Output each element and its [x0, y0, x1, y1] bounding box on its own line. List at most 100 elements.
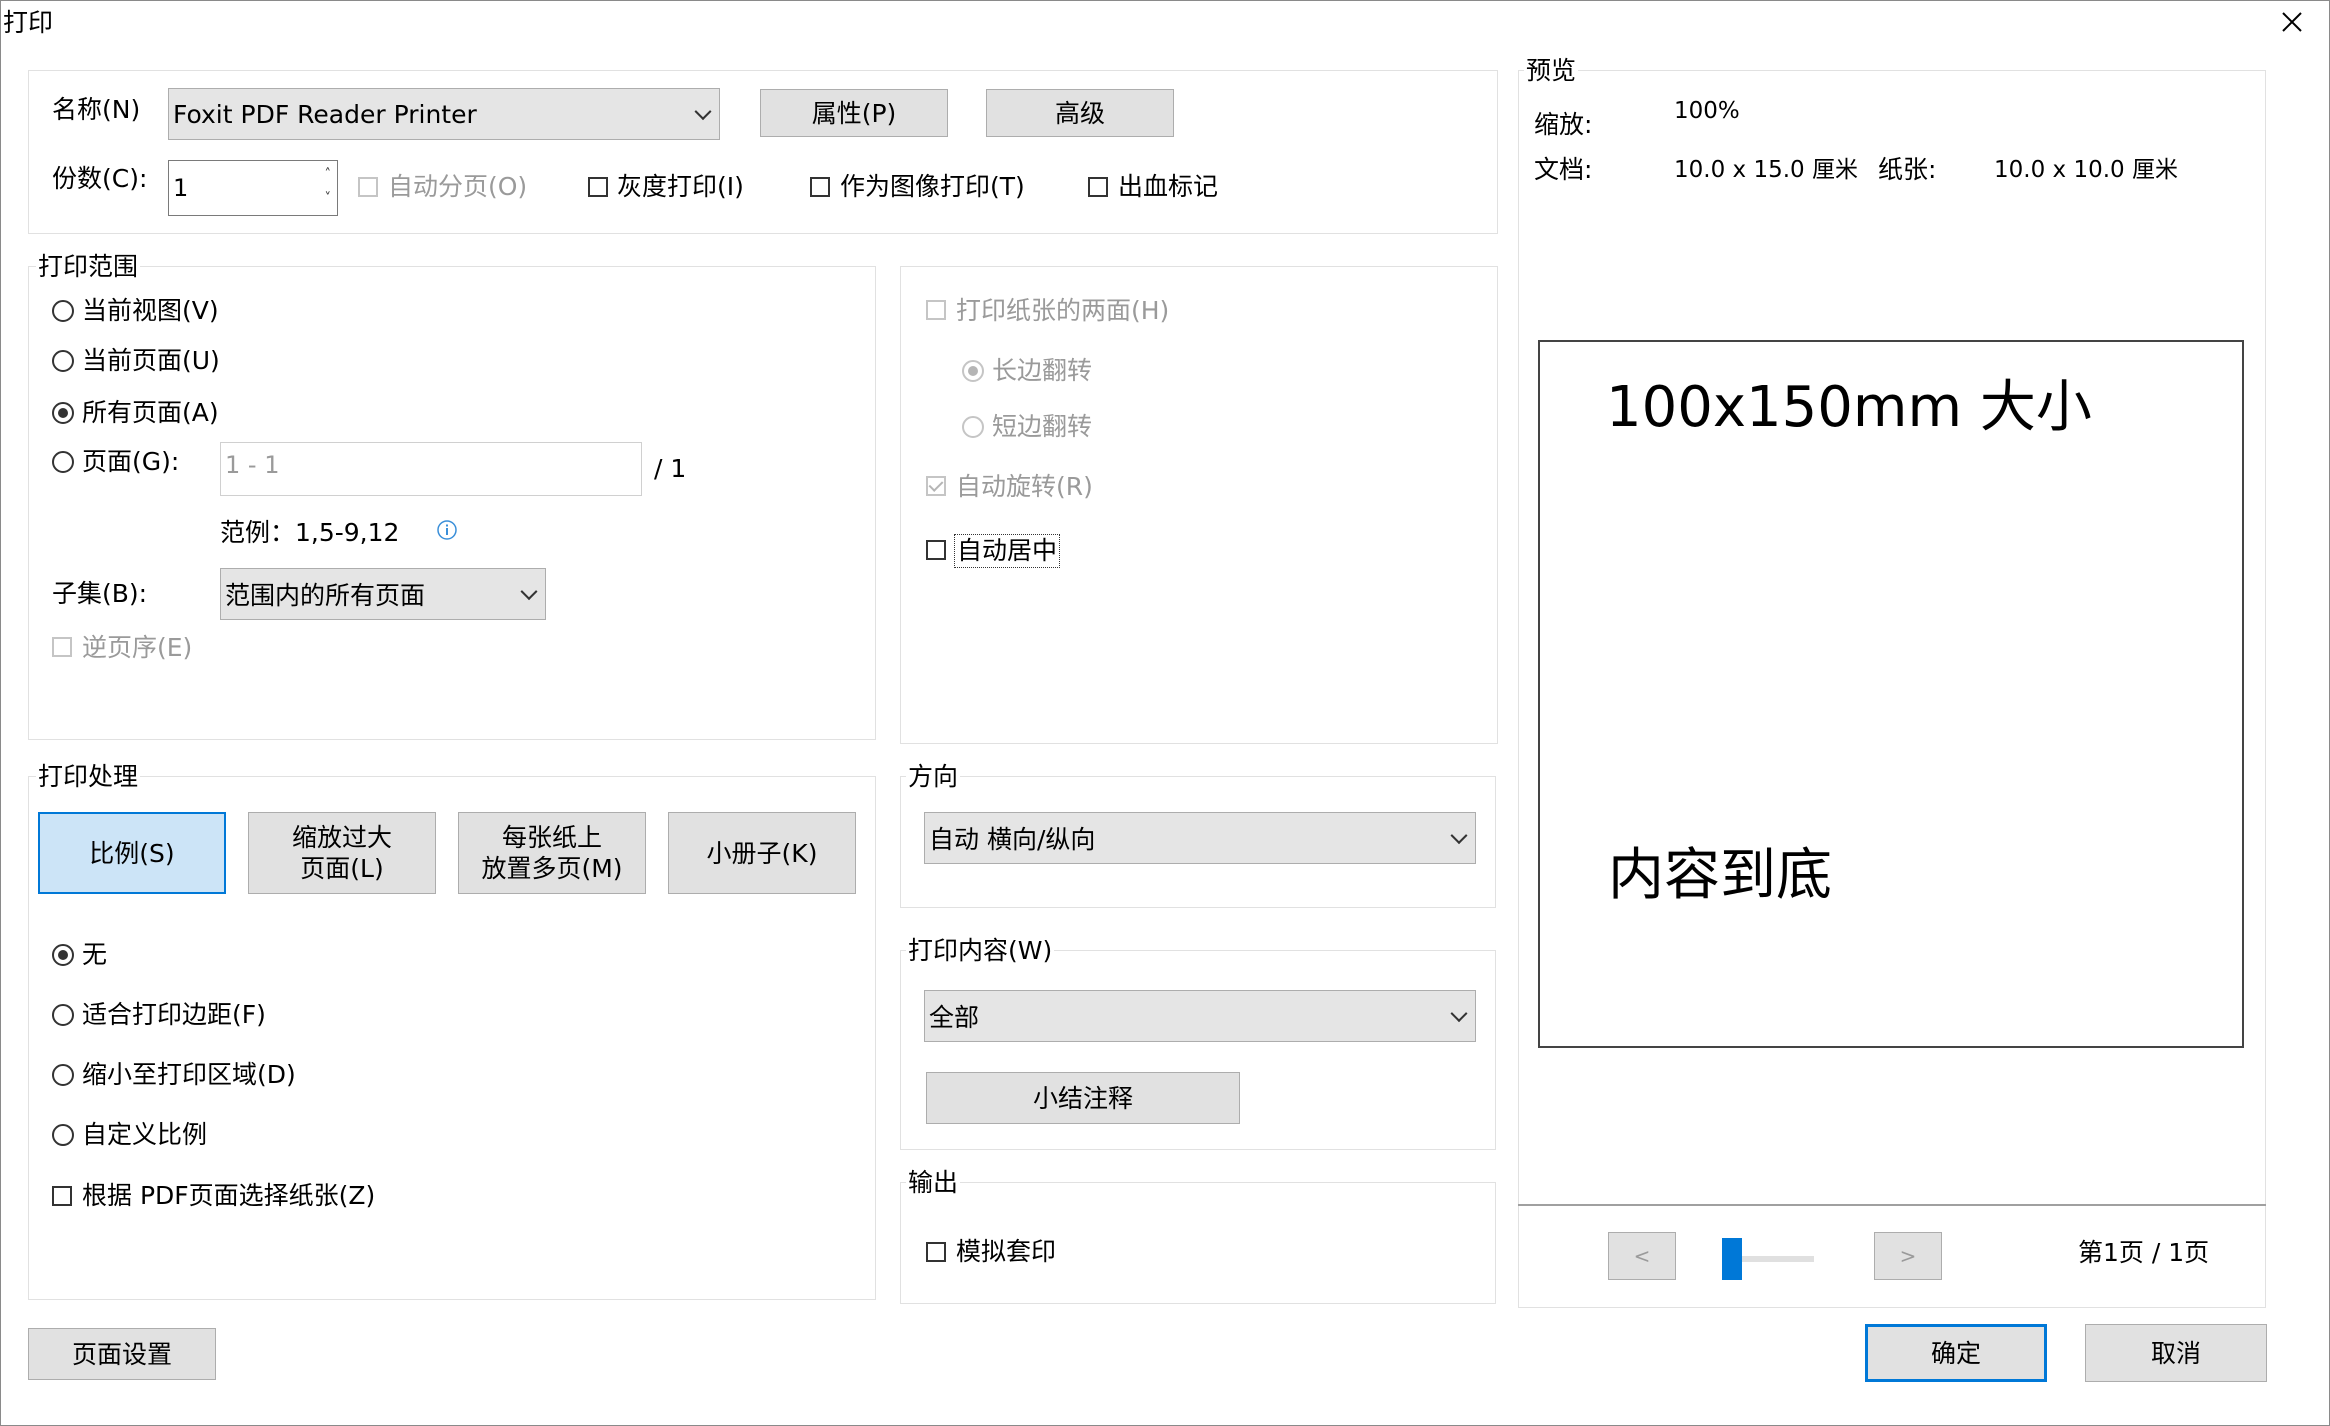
ok-button[interactable]: 确定	[1865, 1324, 2047, 1382]
choose-paper-label: 根据 PDF页面选择纸张(Z)	[82, 1181, 376, 1210]
current-view-radio[interactable]	[52, 300, 74, 322]
print-content-value: 全部	[929, 1003, 980, 1032]
pages-example: 范例：1,5-9,12	[220, 518, 400, 547]
collate-label: 自动分页(O)	[388, 172, 528, 201]
printer-name-label: 名称(N)	[52, 95, 141, 124]
fit-margins-label: 适合打印边距(F)	[82, 1000, 266, 1029]
subset-label: 子集(B):	[52, 579, 148, 608]
grayscale-checkbox[interactable]	[588, 177, 608, 197]
multiple-pages-button[interactable]: 每张纸上 放置多页(M)	[458, 812, 646, 894]
close-icon[interactable]	[2282, 12, 2302, 32]
print-as-image-label: 作为图像打印(T)	[840, 172, 1025, 201]
printer-name-value: Foxit PDF Reader Printer	[173, 99, 477, 129]
copies-label: 份数(C):	[52, 164, 148, 193]
current-page-radio[interactable]	[52, 350, 74, 372]
shrink-label: 缩小至打印区域(D)	[82, 1060, 296, 1089]
chevron-down-icon	[1450, 1005, 1468, 1023]
reverse-order-label: 逆页序(E)	[82, 633, 193, 662]
copies-value: 1	[173, 174, 189, 202]
orientation-title: 方向	[906, 762, 961, 792]
bleed-marks-checkbox[interactable]	[1088, 177, 1108, 197]
page-setup-button[interactable]: 页面设置	[28, 1328, 216, 1380]
current-view-label: 当前视图(V)	[82, 296, 219, 325]
chevron-down-icon	[520, 583, 538, 601]
zoom-value: 100%	[1674, 98, 1740, 124]
print-content-title: 打印内容(W)	[906, 936, 1055, 966]
multiple-pages-line2: 放置多页(M)	[481, 854, 623, 883]
zoom-label: 缩放:	[1534, 110, 1593, 139]
preview-title: 预览	[1524, 56, 1579, 86]
print-range-title: 打印范围	[36, 252, 141, 282]
output-title: 输出	[906, 1168, 961, 1198]
pages-radio[interactable]	[52, 451, 74, 473]
info-icon[interactable]	[436, 519, 458, 541]
simulate-overprint-checkbox[interactable]	[926, 1242, 946, 1262]
page-slider-thumb[interactable]	[1722, 1238, 1742, 1280]
both-sides-checkbox[interactable]	[926, 300, 946, 320]
simulate-overprint-label: 模拟套印	[956, 1237, 1057, 1266]
pages-total: / 1	[654, 454, 687, 483]
document-size-label: 文档:	[1534, 155, 1593, 184]
fit-large-pages-line1: 缩放过大	[291, 823, 392, 852]
page-indicator: 第1页 / 1页	[2078, 1238, 2210, 1267]
cancel-button[interactable]: 取消	[2085, 1324, 2267, 1382]
long-edge-radio[interactable]	[962, 360, 984, 382]
print-content-select[interactable]: 全部	[924, 990, 1476, 1042]
printer-name-select[interactable]: Foxit PDF Reader Printer	[168, 88, 720, 140]
document-size-value: 10.0 x 15.0 厘米	[1674, 157, 1858, 183]
collate-checkbox[interactable]	[358, 177, 378, 197]
print-range-section	[28, 266, 876, 740]
grayscale-label: 灰度打印(I)	[617, 172, 744, 201]
spin-down-icon[interactable]: ˅	[325, 187, 332, 211]
orientation-select[interactable]: 自动 横向/纵向	[924, 812, 1476, 864]
print-as-image-checkbox[interactable]	[810, 177, 830, 197]
all-pages-label: 所有页面(A)	[82, 398, 219, 427]
orientation-value: 自动 横向/纵向	[929, 825, 1096, 854]
booklet-button[interactable]: 小册子(K)	[668, 812, 856, 894]
spin-up-icon[interactable]: ˄	[325, 163, 332, 187]
next-page-button[interactable]: >	[1874, 1232, 1942, 1280]
window-title: 打印	[3, 8, 54, 37]
print-handling-title: 打印处理	[36, 762, 141, 792]
short-edge-radio[interactable]	[962, 416, 984, 438]
preview-text-bottom: 内容到底	[1608, 843, 1832, 908]
auto-rotate-checkbox[interactable]	[926, 476, 946, 496]
custom-scale-radio[interactable]	[52, 1124, 74, 1146]
subset-value: 范围内的所有页面	[225, 581, 426, 610]
properties-button[interactable]: 属性(P)	[760, 89, 948, 137]
both-sides-label: 打印纸张的两面(H)	[956, 296, 1170, 325]
pages-label: 页面(G):	[82, 447, 180, 476]
fit-large-pages-line2: 页面(L)	[300, 854, 384, 883]
fit-margins-radio[interactable]	[52, 1004, 74, 1026]
fit-large-pages-button[interactable]: 缩放过大 页面(L)	[248, 812, 436, 894]
pages-input[interactable]: 1 - 1	[220, 442, 642, 496]
all-pages-radio[interactable]	[52, 402, 74, 424]
short-edge-label: 短边翻转	[992, 412, 1093, 441]
copies-input[interactable]: 1 ˄ ˅	[168, 160, 338, 216]
preview-page: 100x150mm 大小 内容到底	[1538, 340, 2244, 1048]
chevron-down-icon	[1450, 827, 1468, 845]
choose-paper-checkbox[interactable]	[52, 1186, 72, 1206]
pages-placeholder: 1 - 1	[225, 451, 280, 479]
shrink-radio[interactable]	[52, 1064, 74, 1086]
advanced-button[interactable]: 高级	[986, 89, 1174, 137]
summarize-comments-button[interactable]: 小结注释	[926, 1072, 1240, 1124]
subset-select[interactable]: 范围内的所有页面	[220, 568, 546, 620]
auto-rotate-label: 自动旋转(R)	[956, 472, 1093, 501]
previous-page-button[interactable]: <	[1608, 1232, 1676, 1280]
bleed-marks-label: 出血标记	[1118, 172, 1219, 201]
custom-scale-label: 自定义比例	[82, 1120, 208, 1149]
reverse-order-checkbox[interactable]	[52, 637, 72, 657]
duplex-section	[900, 266, 1498, 744]
scale-none-radio[interactable]	[52, 944, 74, 966]
scale-none-label: 无	[82, 940, 108, 969]
chevron-down-icon	[694, 103, 712, 121]
preview-divider	[1518, 1204, 2266, 1206]
auto-center-label: 自动居中	[954, 534, 1061, 568]
multiple-pages-line1: 每张纸上	[501, 823, 602, 852]
long-edge-label: 长边翻转	[992, 356, 1093, 385]
scale-button[interactable]: 比例(S)	[38, 812, 226, 894]
auto-center-checkbox[interactable]	[926, 540, 946, 560]
preview-text-top: 100x150mm 大小	[1606, 375, 2092, 440]
paper-size-value: 10.0 x 10.0 厘米	[1994, 157, 2178, 183]
